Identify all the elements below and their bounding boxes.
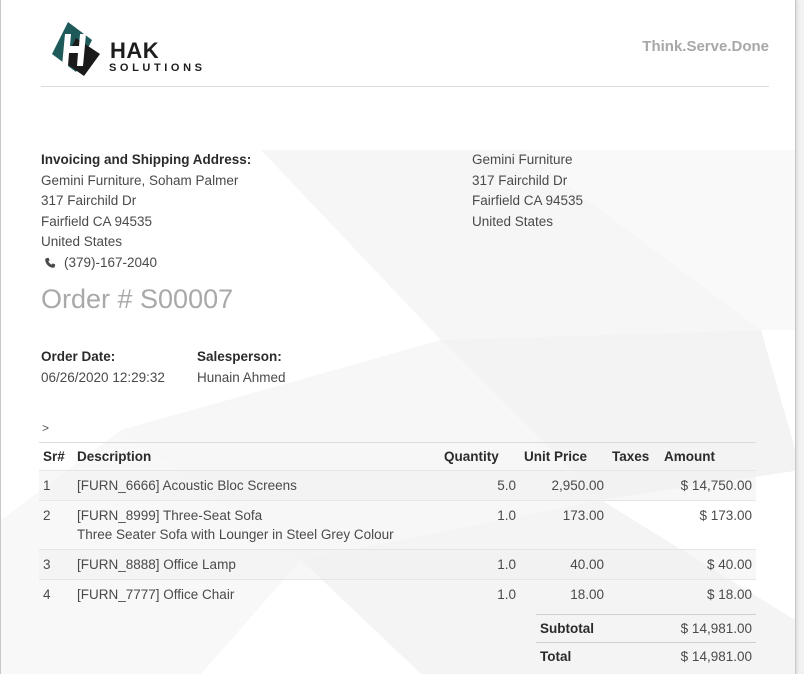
invoice-address-line: Gemini Furniture, Soham Palmer [41,172,239,188]
total-label: Total [536,642,633,670]
row-quantity: 1.0 [497,508,516,523]
row-quantity: 1.0 [497,587,516,602]
hak-logo-icon [52,22,100,76]
total-row: Total $ 14,981.00 [536,642,756,670]
row-amount: $ 40.00 [660,549,756,580]
order-lines-table: Sr# Description Quantity Unit Price Taxe… [39,442,756,609]
invoice-address-line: 317 Fairchild Dr [41,193,137,208]
row-description: [FURN_8888] Office Lamp [73,549,440,580]
row-quantity: 5.0 [440,470,520,501]
company-address-line: Gemini Furniture [472,152,573,167]
invoice-address-line: Fairfield CA 94535 [41,213,153,229]
total-value: $ 14,981.00 [632,642,756,670]
totals-table: Subtotal $ 14,981.00 Total $ 14,981.00 [536,614,756,670]
header-unit-price: Unit Price [520,442,608,471]
subtotal-row: Subtotal $ 14,981.00 [536,614,756,643]
phone-number: (379)-167-2040 [64,254,158,270]
company-address-line: 317 Fairchild Dr [472,172,568,188]
row-sr: 4 [43,587,51,602]
row-unit-price: 18.00 [570,587,604,602]
row-taxes [608,580,660,610]
row-sr: 1 [39,470,73,501]
caret-marker: > [42,421,50,435]
document-header: HAK SOLUTIONS Think.Serve.Done [41,16,769,87]
header-description: Description [73,442,440,471]
row-description-detail: Three Seater Sofa with Lounger in Steel … [77,527,394,542]
subtotal-label: Subtotal [536,614,633,643]
table-row: 2 [FURN_8999] Three-Seat Sofa Three Seat… [39,500,756,550]
row-description-cell: [FURN_8999] Three-Seat Sofa Three Seater… [73,501,440,550]
header-amount: Amount [660,442,756,471]
table-row: 3 [FURN_8888] Office Lamp 1.0 40.00 $ 40… [39,549,756,580]
company-address-line: Fairfield CA 94535 [472,193,584,208]
invoice-address-line: United States [41,234,123,249]
row-taxes [608,470,660,501]
table-row: 1 [FURN_6666] Acoustic Bloc Screens 5.0 … [39,470,756,501]
row-taxes [608,549,660,580]
document-page: HAK SOLUTIONS Think.Serve.Done Invoicing… [0,0,796,674]
row-sr: 3 [39,549,73,580]
order-title: Order # S00007 [41,284,234,314]
row-unit-price: 2,950.00 [520,470,608,501]
row-description: [FURN_6666] Acoustic Bloc Screens [73,470,440,501]
row-sr: 2 [43,508,51,523]
order-date-value: 06/26/2020 12:29:32 [41,370,165,385]
row-description: [FURN_8999] Three-Seat Sofa [77,508,263,523]
company-logo: HAK SOLUTIONS [46,20,216,78]
brand-subtitle: SOLUTIONS [109,62,206,74]
row-quantity: 1.0 [440,549,520,580]
header-taxes: Taxes [608,442,660,471]
row-amount: $ 18.00 [706,587,752,602]
company-tagline: Think.Serve.Done [642,38,769,55]
order-date-block: Order Date: 06/26/2020 12:29:32 [41,346,165,388]
company-address-block: Gemini Furniture 317 Fairchild Dr Fairfi… [472,150,583,232]
salesperson-label: Salesperson: [197,349,282,364]
company-address-line: United States [472,213,554,229]
row-unit-price: 173.00 [562,508,604,523]
invoice-address-block: Invoicing and Shipping Address: Gemini F… [41,150,251,273]
invoice-address-heading: Invoicing and Shipping Address: [41,152,252,167]
table-header-row: Sr# Description Quantity Unit Price Taxe… [39,442,756,471]
salesperson-block: Salesperson: Hunain Ahmed [197,346,286,388]
order-date-label: Order Date: [41,349,116,364]
row-amount: $ 14,750.00 [660,470,756,501]
table-row: 4 [FURN_7777] Office Chair 1.0 18.00 $ 1… [39,579,756,610]
row-taxes [608,501,660,550]
header-sr: Sr# [39,442,73,471]
salesperson-value: Hunain Ahmed [197,370,286,385]
subtotal-value: $ 14,981.00 [632,614,756,643]
phone-row: (379)-167-2040 [41,253,251,274]
brand-name: HAK [110,38,160,63]
header-quantity: Quantity [440,442,520,471]
row-amount: $ 173.00 [699,508,752,523]
phone-icon [45,257,56,268]
row-description: [FURN_7777] Office Chair [77,587,235,602]
row-unit-price: 40.00 [520,549,608,580]
